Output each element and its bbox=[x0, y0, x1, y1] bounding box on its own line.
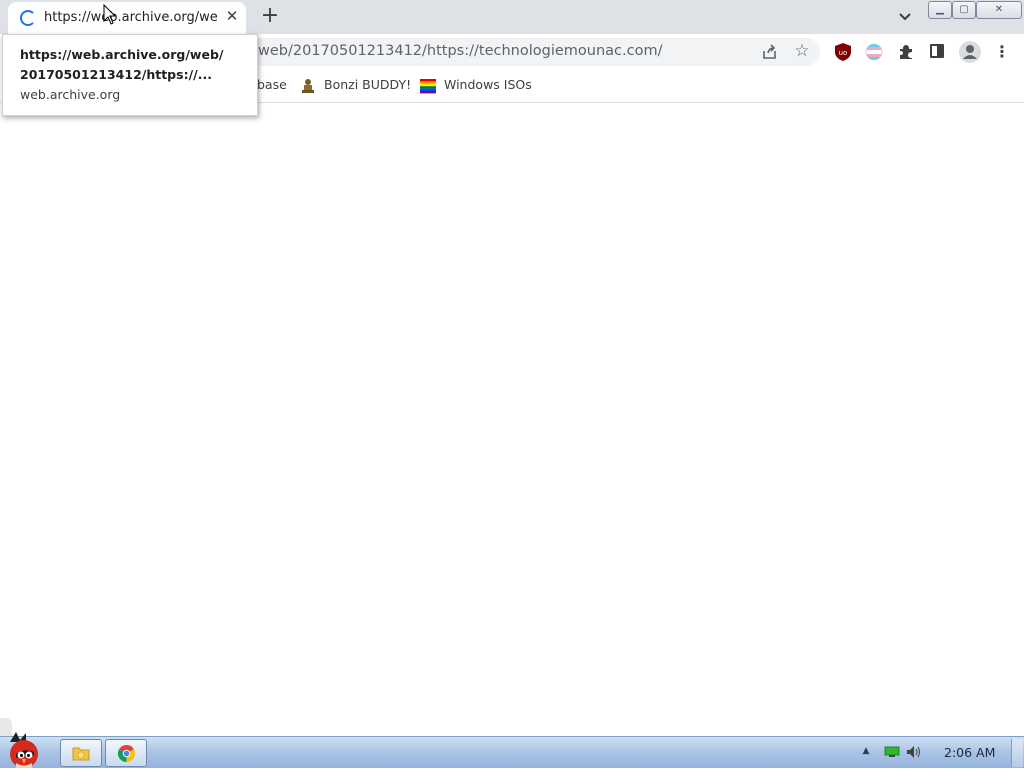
hover-card-domain: web.archive.org bbox=[20, 87, 121, 102]
bookmark-bonzi-buddy[interactable]: Bonzi BUDDY! bbox=[300, 77, 411, 95]
chrome-icon bbox=[117, 744, 136, 766]
mouse-cursor-icon bbox=[103, 3, 117, 26]
svg-text:uo: uo bbox=[839, 49, 848, 57]
tray-arrow-icon[interactable]: ▲ bbox=[861, 746, 871, 756]
ublock-origin-icon[interactable]: uo bbox=[834, 42, 852, 62]
network-icon[interactable] bbox=[884, 746, 900, 758]
tab-close-icon[interactable]: ✕ bbox=[224, 7, 240, 25]
menu-kebab-icon[interactable]: ⋮ bbox=[994, 42, 1010, 62]
hover-card-title-line1: https://web.archive.org/web/ bbox=[20, 47, 224, 62]
minimize-button[interactable]: ▁ bbox=[928, 1, 952, 19]
taskbar-file-explorer-button[interactable] bbox=[60, 739, 102, 767]
show-desktop-button[interactable] bbox=[1011, 739, 1023, 767]
maximize-button[interactable]: ▢ bbox=[952, 1, 976, 19]
bookmark-label: base bbox=[257, 77, 287, 92]
page-content[interactable] bbox=[0, 103, 1024, 736]
bonzi-icon bbox=[300, 78, 316, 94]
taskbar-clock[interactable]: 2:06 AM bbox=[944, 745, 995, 760]
volume-icon[interactable] bbox=[906, 745, 922, 759]
share-icon[interactable] bbox=[760, 42, 780, 62]
bookmark-windows-isos[interactable]: Windows ISOs bbox=[420, 77, 532, 95]
tab-active[interactable]: https://web.archive.org/web/201705012134… bbox=[8, 2, 246, 34]
bookmark-base[interactable]: base bbox=[257, 77, 287, 95]
puzzle-piece-icon[interactable] bbox=[897, 43, 915, 61]
rainbow-flag-icon bbox=[420, 78, 436, 94]
loading-spinner-icon bbox=[20, 10, 36, 26]
bookmark-label: Windows ISOs bbox=[444, 77, 532, 92]
hover-card-title-line2: 20170501213412/https://... bbox=[20, 67, 212, 82]
profile-icon[interactable] bbox=[959, 41, 981, 63]
bookmark-star-icon[interactable]: ☆ bbox=[792, 41, 812, 61]
angry-bird-icon[interactable] bbox=[2, 730, 48, 768]
tab-hover-card: https://web.archive.org/web/ 20170501213… bbox=[2, 34, 258, 116]
bookmark-label: Bonzi BUDDY! bbox=[324, 77, 412, 92]
address-bar-url[interactable]: web/20170501213412/https://technologiemo… bbox=[258, 43, 662, 59]
file-explorer-icon bbox=[72, 745, 90, 765]
window-close-button[interactable]: ✕ bbox=[976, 1, 1022, 19]
tab-search-chevron-icon[interactable] bbox=[896, 6, 914, 26]
side-panel-icon[interactable] bbox=[930, 44, 944, 58]
taskbar-chrome-button[interactable] bbox=[105, 739, 147, 767]
tab-title: https://web.archive.org/web/201705012134… bbox=[44, 10, 218, 25]
new-tab-button[interactable]: + bbox=[259, 4, 281, 28]
flag-extension-icon[interactable] bbox=[865, 43, 883, 61]
